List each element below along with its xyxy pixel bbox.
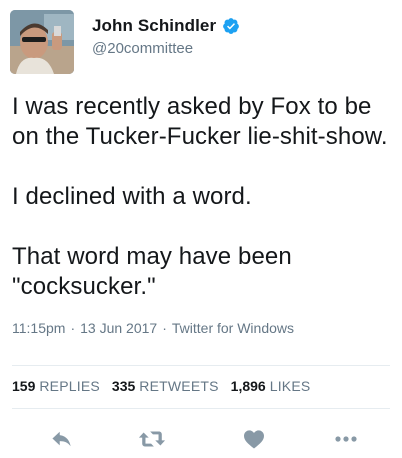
author-block: John Schindler @20committee: [92, 14, 240, 57]
tweet-card: John Schindler @20committee I was recent…: [0, 0, 402, 458]
meta-separator: ·: [162, 320, 167, 336]
replies-count: 159: [12, 378, 36, 394]
meta-separator: ·: [70, 320, 76, 336]
more-icon: [335, 436, 357, 442]
tweet-date[interactable]: 13 Jun 2017: [80, 320, 157, 336]
likes-label: LIKES: [269, 378, 311, 394]
tweet-paragraph: I declined with a word.: [12, 183, 252, 210]
likes-count: 1,896: [230, 378, 266, 394]
divider: [12, 408, 390, 409]
more-button[interactable]: [332, 426, 360, 452]
action-bar: [0, 426, 402, 452]
retweet-icon: [138, 431, 166, 447]
engagement-stats: 159 REPLIES 335 RETWEETS 1,896 LIKES: [12, 378, 322, 394]
verified-badge-icon: [222, 17, 240, 35]
tweet-paragraph: That word may have been "cocksucker.": [12, 243, 292, 300]
reply-icon: [52, 431, 71, 447]
tweet-paragraph: I was recently asked by Fox to be on the…: [12, 93, 388, 150]
tweet-time[interactable]: 11:15pm: [12, 320, 65, 336]
reply-button[interactable]: [48, 426, 76, 452]
avatar[interactable]: [10, 10, 74, 74]
retweets-stat[interactable]: 335 RETWEETS: [112, 378, 219, 394]
tweet-source[interactable]: Twitter for Windows: [172, 320, 294, 336]
tweet-metadata: 11:15pm · 13 Jun 2017 · Twitter for Windows: [12, 320, 294, 336]
avatar-photo: [10, 10, 74, 74]
retweets-label: RETWEETS: [139, 378, 219, 394]
divider: [12, 365, 390, 366]
retweets-count: 335: [111, 378, 136, 394]
replies-label: REPLIES: [39, 378, 100, 394]
user-handle[interactable]: @20committee: [92, 40, 240, 57]
heart-icon: [244, 430, 264, 449]
retweet-button[interactable]: [138, 426, 166, 452]
like-button[interactable]: [240, 426, 268, 452]
replies-stat[interactable]: 159 REPLIES: [12, 378, 100, 394]
likes-stat[interactable]: 1,896 LIKES: [231, 378, 311, 394]
display-name[interactable]: John Schindler: [92, 16, 216, 36]
tweet-text: I was recently asked by Fox to be on the…: [12, 92, 397, 332]
